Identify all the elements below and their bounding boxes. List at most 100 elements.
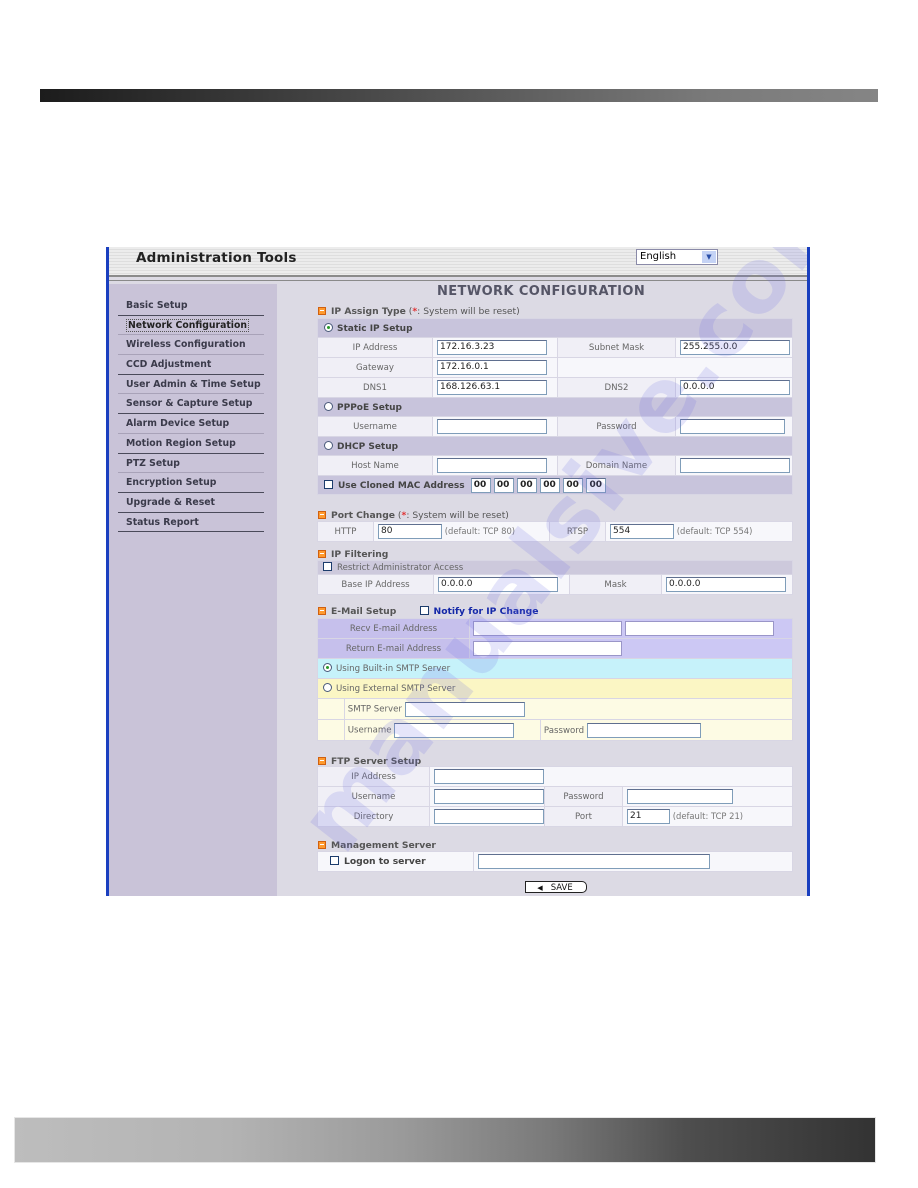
base-ip-label: Base IP Address [317,574,434,595]
notify-ip-change-checkbox[interactable] [419,606,429,615]
external-smtp-label: Using External SMTP Server [336,684,456,694]
recv-email-input-1[interactable] [473,621,622,636]
builtin-smtp-radio[interactable] [323,663,332,672]
dhcp-radio[interactable] [324,440,333,450]
return-email-input[interactable] [473,641,622,656]
sidebar-item-basic-setup[interactable]: Basic Setup [118,296,264,316]
sidebar-item-user-admin-time[interactable]: User Admin & Time Setup [118,375,264,395]
base-ip-input[interactable]: 0.0.0.0 [438,577,558,592]
pppoe-password-input[interactable] [680,419,785,434]
domain-name-input[interactable] [680,458,790,473]
sidebar-menu: Basic Setup Network Configuration Wirele… [118,296,264,533]
mac-octet-input[interactable]: 00 [470,477,491,493]
indent-spacer [318,720,345,740]
collapse-icon[interactable] [318,757,326,765]
dns1-cell: 168.126.63.1 [432,377,558,398]
gateway-input[interactable]: 172.16.0.1 [437,360,547,375]
smtp-server-cell: SMTP Server [317,698,793,720]
subnet-mask-input[interactable]: 255.255.0.0 [680,340,790,355]
sidebar-item-sensor-capture[interactable]: Sensor & Capture Setup [118,394,264,415]
mac-octet-input[interactable]: 00 [540,477,561,493]
http-label: HTTP [317,521,374,542]
sidebar-item-encryption-setup[interactable]: Encryption Setup [118,473,264,493]
return-email-label: Return E-mail Address [317,638,470,659]
external-smtp-radio[interactable] [323,683,332,692]
ftp-directory-input[interactable] [434,809,544,824]
app-header: Administration Tools English ▼ [109,247,807,281]
sidebar-item-motion-region[interactable]: Motion Region Setup [118,434,264,454]
ip-address-label: IP Address [317,337,433,358]
return-email-cell [469,638,793,659]
sidebar-item-upgrade-reset[interactable]: Upgrade & Reset [118,493,264,513]
language-select[interactable]: English ▼ [636,249,718,265]
pppoe-radio[interactable] [324,401,333,411]
sidebar-item-label: Motion Region Setup [126,437,236,449]
mac-octet-input[interactable]: 00 [563,477,584,493]
collapse-icon[interactable] [318,841,326,849]
ip-address-input[interactable]: 172.16.3.23 [437,340,547,355]
email-heading: E-Mail Setup Notify for IP Change [318,606,538,617]
save-button[interactable]: ◀ SAVE [525,881,587,893]
sidebar-item-label: PTZ Setup [126,457,180,469]
restrict-access-row: Restrict Administrator Access [317,560,793,575]
smtp-password-cell: Password [539,719,794,741]
indent-spacer [318,699,345,719]
sidebar-item-ptz-setup[interactable]: PTZ Setup [118,454,264,474]
sidebar-item-label: Network Configuration [126,318,249,332]
recv-email-cell [469,618,793,639]
sidebar-item-wireless-configuration[interactable]: Wireless Configuration [118,335,264,356]
rtsp-port-input[interactable]: 554 [610,524,674,539]
ftp-ip-cell [429,766,793,787]
ftp-username-input[interactable] [434,789,544,804]
subnet-mask-cell: 255.255.0.0 [675,337,793,358]
ftp-password-input[interactable] [627,789,733,804]
mac-octet-input[interactable]: 00 [493,477,514,493]
chevron-down-icon[interactable]: ▼ [702,251,716,263]
http-port-input[interactable]: 80 [378,524,442,539]
ip-assign-heading: IP Assign Type (*: System will be reset) [318,306,520,317]
dns1-input[interactable]: 168.126.63.1 [437,380,547,395]
filter-mask-input[interactable]: 0.0.0.0 [666,577,786,592]
restrict-access-label: Restrict Administrator Access [337,563,464,573]
mac-octet-input[interactable]: 00 [586,477,607,493]
static-ip-radio[interactable] [324,322,333,332]
sidebar-item-label: Encryption Setup [126,477,217,489]
collapse-icon[interactable] [318,607,326,615]
dns2-input[interactable]: 0.0.0.0 [680,380,790,395]
cloned-mac-row: Use Cloned MAC Address 00 00 00 00 00 00 [317,475,793,495]
sidebar-item-ccd-adjustment[interactable]: CCD Adjustment [118,355,264,375]
ftp-port-label: Port [544,806,623,827]
collapse-icon[interactable] [318,307,326,315]
dns2-label: DNS2 [557,377,676,398]
logon-server-checkbox[interactable] [330,856,339,865]
sidebar-item-network-configuration[interactable]: Network Configuration [118,316,264,336]
ftp-port-input[interactable]: 21 [627,809,670,824]
sidebar-item-status-report[interactable]: Status Report [118,513,264,533]
cloned-mac-checkbox[interactable] [324,479,333,489]
ftp-table: IP Address Username Password Directory P… [317,766,793,827]
save-label: SAVE [550,883,573,893]
collapse-icon[interactable] [318,550,326,558]
ftp-ip-input[interactable] [434,769,544,784]
pppoe-username-input[interactable] [437,419,547,434]
section-title: E-Mail Setup [331,606,397,617]
section-title: Port Change [331,510,395,521]
ip-assign-table: Static IP Setup IP Address 172.16.3.23 S… [317,318,793,495]
port-change-table: HTTP 80 (default: TCP 80) RTSP 554 (defa… [317,521,793,542]
footer-decorative-bar [14,1117,876,1163]
sidebar-item-label: CCD Adjustment [126,359,212,371]
management-server-input[interactable] [478,854,710,869]
filter-mask-cell: 0.0.0.0 [661,574,793,595]
sidebar-item-alarm-device[interactable]: Alarm Device Setup [118,414,264,434]
section-title: IP Filtering [331,549,389,560]
mac-octet-input[interactable]: 00 [517,477,538,493]
pppoe-row: PPPoE Setup [317,397,793,417]
recv-email-input-2[interactable] [624,621,774,636]
restrict-access-checkbox[interactable] [323,562,332,571]
filter-mask-label: Mask [569,574,662,595]
smtp-password-input[interactable] [586,722,701,738]
host-name-input[interactable] [437,458,547,473]
collapse-icon[interactable] [318,511,326,519]
smtp-server-input[interactable] [404,701,525,717]
smtp-username-input[interactable] [394,722,515,738]
